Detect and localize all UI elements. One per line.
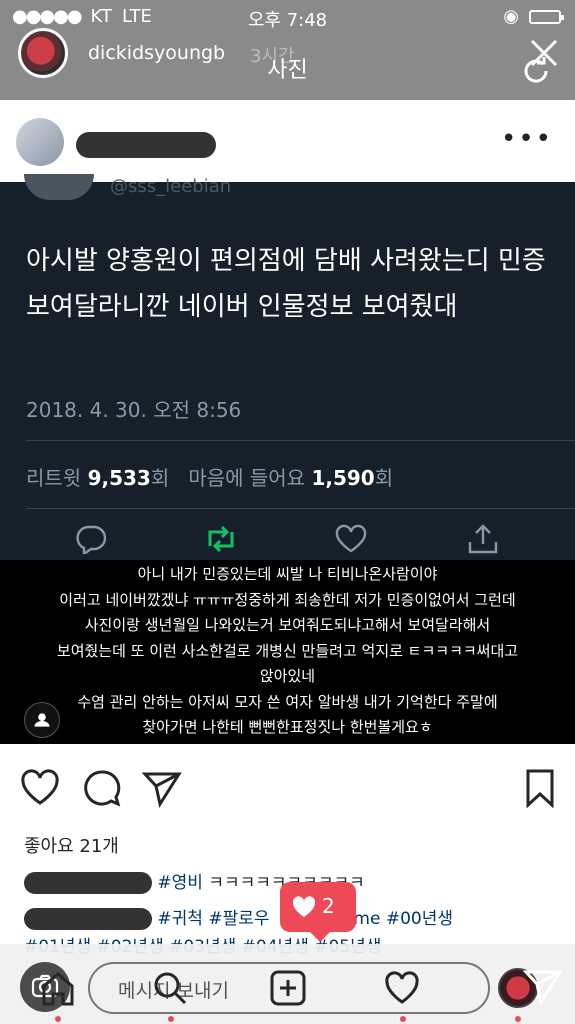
- story-username[interactable]: dickidsyoungb: [88, 42, 225, 64]
- notification-dot: [400, 1016, 406, 1022]
- instagram-story-screen: ••• @sss_leebian 아시발 양홍원이 편의점에 담배 사려왔는디 …: [0, 0, 575, 1024]
- tweet-handle: @sss_leebian: [110, 176, 232, 197]
- caption-line: 아니 내가 민증있는데 씨발 나 티비나온사람이야: [137, 565, 438, 583]
- user-icon[interactable]: [24, 702, 60, 738]
- retweet-count: 9,533: [87, 466, 151, 490]
- home-icon[interactable]: [40, 970, 76, 1006]
- status-bar: ●●●●● KT LTE 오후 7:48 ◉: [0, 0, 575, 34]
- battery-icon: [529, 9, 564, 24]
- post-author-avatar[interactable]: [16, 118, 64, 166]
- message-bar: 메시지 보내기: [0, 944, 575, 1024]
- divider: [26, 508, 575, 509]
- comment-icon[interactable]: [82, 768, 122, 808]
- caption-line: 앉아있네: [259, 667, 316, 685]
- like-label: 마음에 들어요: [188, 466, 306, 490]
- divider: [26, 440, 575, 441]
- retweet-unit: 회: [150, 466, 170, 490]
- heart-icon[interactable]: [384, 970, 420, 1006]
- tweet-text: 아시발 양홍원이 편의점에 담배 사려왔는디 민증 보여달라니깐 네이버 인물정…: [26, 246, 546, 322]
- caption-line: 찾아가면 나한테 뻔뻔한표정짓나 한번볼게요ㅎ: [142, 718, 433, 736]
- photo-caption-overlay: 아니 내가 민증있는데 씨발 나 티비나온사람이야 이러고 네이버깠겠냐 ㅠㅠㅠ…: [0, 560, 575, 744]
- like-count-text[interactable]: 좋아요 21개: [24, 832, 119, 858]
- like-notification-count: 2: [322, 894, 335, 918]
- direct-icon[interactable]: [523, 966, 563, 1006]
- retweet-label: 리트윗: [26, 466, 82, 490]
- hashtag[interactable]: #귀척 #팔로우: [157, 909, 269, 929]
- like-notification[interactable]: 2: [280, 882, 356, 942]
- notification-dot: [168, 1016, 174, 1022]
- clock: 오후 7:48: [247, 10, 328, 31]
- post-header: •••: [0, 100, 575, 182]
- tweet-author-avatar: [24, 174, 94, 200]
- caption-line: 수염 관리 안하는 아저씨 모자 쓴 여자 알바생 내가 기억한다 주말에: [77, 692, 498, 711]
- heart-icon[interactable]: [20, 768, 60, 808]
- caption-line: 이러고 네이버깠겠냐 ㅠㅠㅠ정중하게 죄송한데 저가 민증이없어서 그런데: [59, 590, 516, 609]
- retweet-icon: [208, 525, 234, 553]
- story-avatar[interactable]: [18, 28, 68, 78]
- send-icon[interactable]: [142, 768, 182, 808]
- more-icon[interactable]: •••: [501, 124, 553, 154]
- refresh-icon[interactable]: [521, 56, 551, 86]
- hashtag[interactable]: wme #00년생: [340, 909, 453, 929]
- tweet-stats: 리트윗 9,533회 마음에 들어요 1,590회: [26, 462, 393, 491]
- tweet-card: @sss_leebian 아시발 양홍원이 편의점에 담배 사려왔는디 민증 보…: [0, 174, 575, 560]
- like-unit: 회: [374, 466, 394, 490]
- hashtag[interactable]: #영비: [157, 873, 203, 893]
- add-icon[interactable]: [270, 970, 306, 1006]
- redacted-username: [76, 132, 216, 158]
- like-count: 1,590: [311, 466, 375, 490]
- notification-dot: [515, 1016, 521, 1022]
- caption-line: 사진이랑 생년월일 나와있는거 보여줘도되냐고해서 보여달라해서: [84, 616, 491, 634]
- story-time: 3시간: [250, 46, 295, 67]
- caption-line: 보여줬는데 또 이런 사소한걸로 개병신 만들려고 억지로 ㅌㅋㅋㅋㅋ써대고: [56, 641, 519, 660]
- share-icon: [468, 524, 498, 554]
- heart-icon: [335, 524, 367, 553]
- heart-icon: [292, 896, 316, 917]
- redacted-username: [24, 908, 152, 930]
- caption-text: 아니 내가 민증있는데 씨발 나 티비나온사람이야 이러고 네이버깠겠냐 ㅠㅠㅠ…: [0, 562, 575, 741]
- comment-row: #귀척 #팔로우 wme #00년생: [24, 904, 453, 930]
- reply-icon: [76, 525, 107, 554]
- bookmark-icon[interactable]: [520, 768, 560, 808]
- search-icon[interactable]: [152, 970, 188, 1006]
- notification-dot: [55, 1016, 61, 1022]
- lock-rotation-icon: ◉: [503, 6, 519, 27]
- redacted-username: [24, 872, 152, 894]
- tweet-date: 2018. 4. 30. 오전 8:56: [26, 398, 242, 422]
